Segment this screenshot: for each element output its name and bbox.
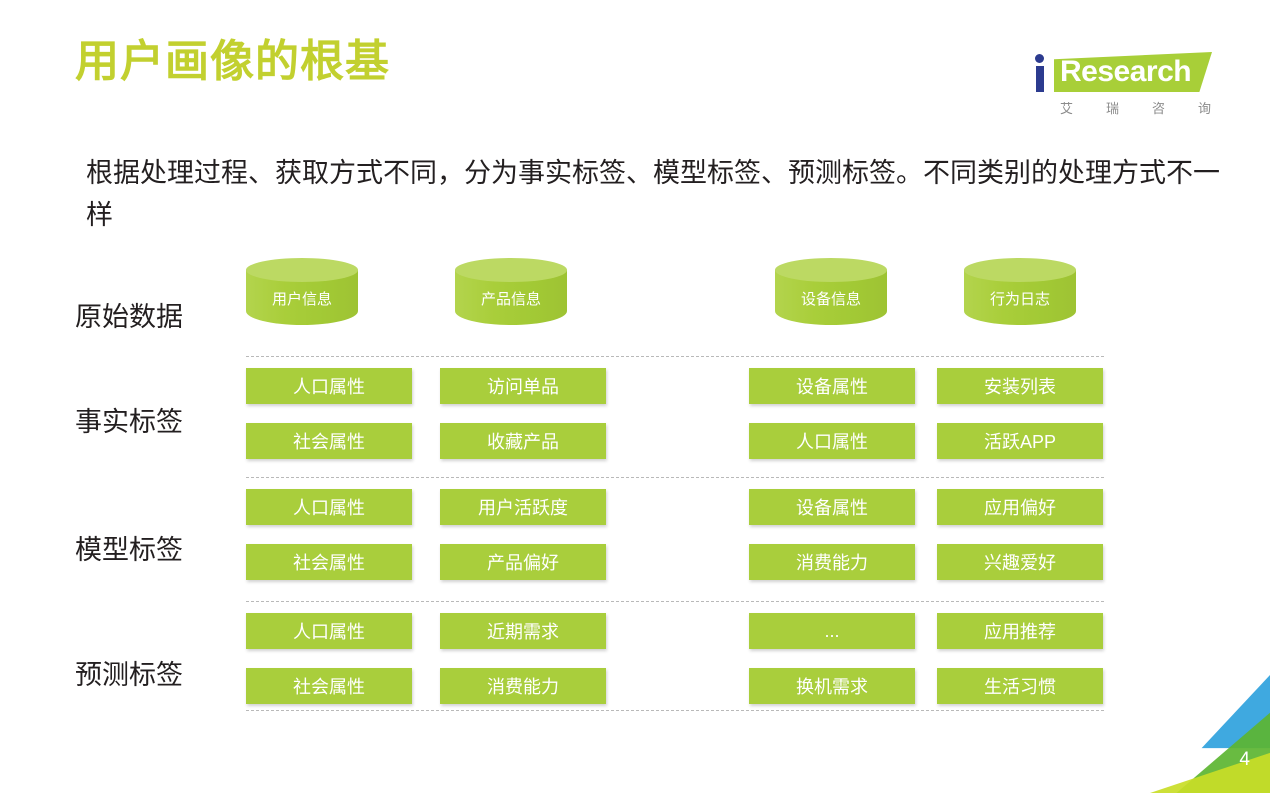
tag-pill-label: 人口属性 [293,498,365,518]
tag-pill-label: 社会属性 [293,432,365,452]
tag-pill-label: 兴趣爱好 [984,553,1056,573]
cylinder-top-icon [775,258,887,282]
row-label-predict-tags: 预测标签 [75,660,183,690]
tag-pill-label: 人口属性 [293,377,365,397]
cylinder-label: 产品信息 [480,291,541,308]
tag-pill-label: 生活习惯 [984,677,1056,697]
tag-pill[interactable]: 人口属性 [246,613,412,649]
tag-pill[interactable]: 人口属性 [246,368,412,404]
tag-pill-label: 消费能力 [796,553,868,573]
tag-pill[interactable]: 近期需求 [440,613,606,649]
tag-pill[interactable]: 访问单品 [440,368,606,404]
tag-pill[interactable]: 消费能力 [749,544,915,580]
cylinder-top-icon [246,258,358,282]
page-number: 4 [1239,749,1250,770]
tag-pill[interactable]: 人口属性 [246,489,412,525]
section-divider [246,477,1104,478]
cylinder-top-icon [455,258,567,282]
tag-pill-label: 消费能力 [487,677,559,697]
section-divider [246,710,1104,711]
corner-decoration [1150,675,1270,793]
tag-pill[interactable]: 应用推荐 [937,613,1103,649]
tag-pill[interactable]: 收藏产品 [440,423,606,459]
section-divider [246,356,1104,357]
tag-pill-label: 人口属性 [796,432,868,452]
tag-pill-label: 应用推荐 [984,622,1056,642]
cylinder-top-icon [964,258,1076,282]
tag-pill[interactable]: 设备属性 [749,368,915,404]
section-divider [246,601,1104,602]
tag-pill[interactable]: 换机需求 [749,668,915,704]
tag-pill-label: 产品偏好 [487,553,559,573]
tag-pill-label: 活跃APP [983,432,1057,452]
tag-pill-label: 设备属性 [796,377,868,397]
tag-pill[interactable]: 产品偏好 [440,544,606,580]
tag-pill-label: 应用偏好 [984,498,1056,518]
slide-root: 用户画像的根基 Research 艾 瑞 咨 询 根据处理过程、获取方式不同，分… [0,0,1270,793]
tag-pill-label: 社会属性 [293,553,365,573]
tag-pill[interactable]: ... [749,613,915,649]
tag-hierarchy-diagram: 原始数据 事实标签 模型标签 预测标签 用户信息 产品信息 设备信息 行为日志 … [0,0,1270,793]
tag-pill-label: 换机需求 [796,677,868,697]
data-source-cylinder: 用户信息 [246,258,358,330]
tag-pill-label: 近期需求 [487,622,559,642]
tag-pill[interactable]: 社会属性 [246,668,412,704]
row-label-fact-tags: 事实标签 [75,407,183,437]
tag-pill[interactable]: 社会属性 [246,423,412,459]
tag-pill[interactable]: 活跃APP [937,423,1103,459]
cylinder-label: 用户信息 [271,291,332,308]
tag-pill-label: 人口属性 [293,622,365,642]
tag-pill[interactable]: 社会属性 [246,544,412,580]
tag-pill[interactable]: 人口属性 [749,423,915,459]
tag-pill[interactable]: 应用偏好 [937,489,1103,525]
row-label-raw-data: 原始数据 [75,302,183,332]
cylinder-label: 行为日志 [989,291,1050,308]
tag-pill-label: 安装列表 [984,377,1056,397]
row-label-model-tags: 模型标签 [75,535,183,565]
tag-pill[interactable]: 兴趣爱好 [937,544,1103,580]
tag-pill-label: 访问单品 [487,377,559,397]
tag-pill-label: 收藏产品 [487,432,559,452]
tag-pill-label: 设备属性 [796,498,868,518]
tag-pill-label: 用户活跃度 [478,498,568,518]
tag-pill[interactable]: 消费能力 [440,668,606,704]
tag-pill-label: 社会属性 [293,677,365,697]
cylinder-label: 设备信息 [800,291,861,308]
data-source-cylinder: 设备信息 [775,258,887,330]
tag-pill[interactable]: 安装列表 [937,368,1103,404]
tag-pill[interactable]: 生活习惯 [937,668,1103,704]
tag-pill[interactable]: 用户活跃度 [440,489,606,525]
tag-pill-label: ... [824,620,840,641]
tag-pill[interactable]: 设备属性 [749,489,915,525]
data-source-cylinder: 产品信息 [455,258,567,330]
data-source-cylinder: 行为日志 [964,258,1076,330]
